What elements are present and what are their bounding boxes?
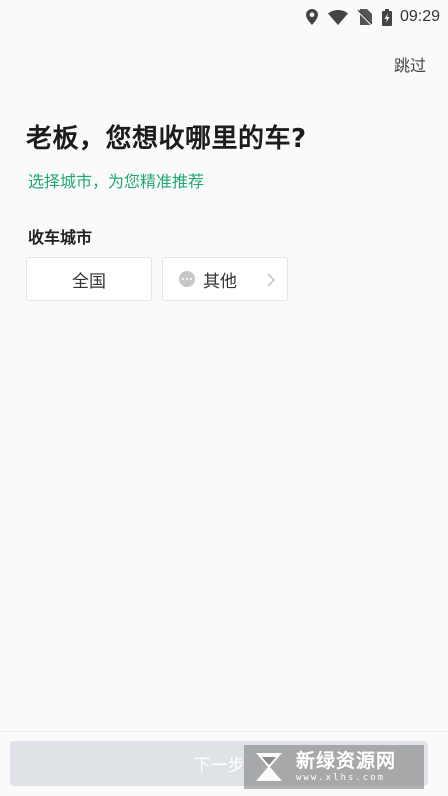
footer-divider [0,731,448,732]
city-chip-label: 其他 [203,271,237,292]
no-sim-icon [357,9,372,25]
city-chip-label: 全国 [72,271,106,292]
watermark-overlay: 新绿资源网 www.xlhs.com [244,745,424,789]
city-chip-nationwide[interactable]: 全国 [26,257,152,301]
chevron-right-icon [267,272,276,292]
city-chip-other[interactable]: 其他 [162,257,288,301]
page-title: 老板，您想收哪里的车? [26,124,307,154]
skip-button[interactable]: 跳过 [394,52,426,76]
battery-charging-icon [381,8,392,26]
watermark-url: www.xlhs.com [296,772,386,783]
page-subtitle: 选择城市，为您精准推荐 [28,172,205,191]
section-label-city: 收车城市 [28,228,93,247]
app-screen: 09:29 跳过 老板，您想收哪里的车? 选择城市，为您精准推荐 收车城市 全国… [0,0,448,796]
location-icon [305,9,318,25]
watermark-logo-icon [256,753,282,781]
status-time: 09:29 [399,8,440,25]
more-dots-icon [179,271,195,287]
next-step-label: 下一步 [193,756,245,776]
wifi-icon [327,9,348,25]
watermark-title: 新绿资源网 [296,749,397,772]
status-bar: 09:29 [0,0,448,34]
